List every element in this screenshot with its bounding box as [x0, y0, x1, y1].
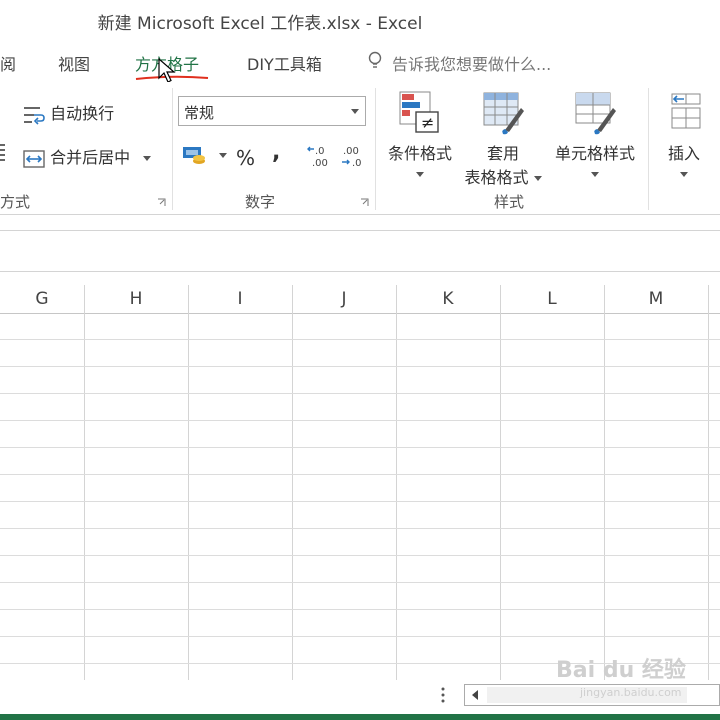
cell-styles-icon: [575, 92, 616, 135]
watermark-url: jingyan.baidu.com: [580, 686, 682, 699]
column-header-l[interactable]: L: [500, 289, 604, 309]
chevron-down-icon: [533, 176, 542, 181]
chevron-down-icon[interactable]: [143, 156, 152, 161]
format-as-table-label-2: 表格格式: [464, 168, 529, 187]
dialog-launcher-icon[interactable]: [360, 198, 369, 207]
dialog-launcher-icon[interactable]: [157, 198, 166, 207]
indent-icon[interactable]: [0, 142, 6, 168]
tab-review[interactable]: 阅: [0, 51, 16, 75]
svg-text:.00: .00: [343, 146, 359, 157]
increase-decimal-icon: .0 .00: [307, 146, 328, 169]
chevron-down-icon: [591, 172, 599, 177]
svg-text:.0: .0: [352, 158, 362, 169]
insert-label: 插入: [667, 144, 700, 163]
scroll-left-icon[interactable]: [471, 690, 479, 700]
format-as-table-icon: [483, 92, 524, 135]
lightbulb-icon: [368, 51, 382, 75]
tab-view[interactable]: 视图: [58, 51, 90, 75]
title-bar: 新建 Microsoft Excel 工作表.xlsx - Excel: [0, 0, 720, 42]
decrease-decimal-icon: .00 .0: [342, 146, 362, 169]
wrap-text-button[interactable]: 自动换行: [23, 100, 114, 125]
accounting-format-button[interactable]: [182, 144, 228, 166]
chevron-down-icon: [680, 172, 688, 177]
ribbon-tabs: 阅 视图 方方格子 DIY工具箱 告诉我您想要做什么...: [0, 42, 720, 83]
conditional-formatting-button[interactable]: ≠ 条件格式: [382, 90, 458, 183]
mouse-cursor-icon: [158, 58, 176, 83]
wrap-text-label: 自动换行: [50, 104, 115, 123]
chevron-down-icon[interactable]: [219, 152, 228, 158]
accounting-icon: [183, 147, 205, 164]
decrease-decimal-button[interactable]: .00 .0: [340, 144, 368, 174]
conditional-formatting-label: 条件格式: [387, 144, 452, 163]
comma-style-button[interactable]: ,: [272, 140, 280, 165]
column-header-k[interactable]: K: [396, 289, 500, 309]
chevron-down-icon: [351, 109, 359, 114]
insert-cells-icon: [671, 93, 701, 129]
format-as-table-label-1: 套用: [486, 144, 519, 163]
column-header-h[interactable]: H: [84, 289, 188, 309]
merge-center-button[interactable]: 合并后居中: [23, 144, 152, 169]
percent-style-button[interactable]: %: [236, 146, 255, 170]
cell-styles-button[interactable]: 单元格样式: [548, 90, 642, 183]
svg-text:.00: .00: [312, 158, 328, 169]
chevron-down-icon: [416, 172, 424, 177]
increase-decimal-button[interactable]: .0 .00: [306, 144, 334, 174]
number-format-select[interactable]: 常规: [178, 96, 366, 126]
column-header-g[interactable]: G: [0, 289, 84, 309]
conditional-formatting-icon: ≠: [399, 91, 439, 133]
column-header-i[interactable]: I: [188, 289, 292, 309]
worksheet-grid[interactable]: G H I J K L M: [0, 285, 720, 680]
svg-text:.0: .0: [315, 146, 325, 157]
merge-center-label: 合并后居中: [50, 148, 131, 167]
window-title: 新建 Microsoft Excel 工作表.xlsx - Excel: [97, 14, 423, 34]
watermark-logo: Bai du 经验: [556, 658, 686, 683]
formula-bar[interactable]: [0, 230, 720, 272]
insert-cells-button[interactable]: 插入: [656, 90, 712, 183]
column-header-m[interactable]: M: [604, 289, 708, 309]
tab-diy-toolbox[interactable]: DIY工具箱: [247, 51, 322, 75]
cell-styles-label: 单元格样式: [554, 144, 635, 163]
column-header-j[interactable]: J: [292, 289, 396, 309]
ribbon: 自动换行 合并后居中 方式 常规 % , .0 .00 .00 .0 数字 ≠ …: [0, 82, 720, 215]
svg-text:≠: ≠: [421, 113, 434, 132]
wrap-text-icon: [24, 106, 45, 125]
alignment-group-label: 方式: [0, 193, 31, 211]
number-format-value: 常规: [184, 104, 215, 122]
number-group-label: 数字: [245, 193, 276, 211]
merge-center-icon: [23, 149, 45, 168]
format-as-table-button[interactable]: 套用 表格格式: [460, 90, 546, 188]
status-bar: [0, 714, 720, 720]
more-options-icon[interactable]: [440, 686, 446, 708]
styles-group-label: 样式: [494, 193, 525, 211]
column-headers: G H I J K L M: [0, 285, 720, 314]
tell-me-search[interactable]: 告诉我您想要做什么...: [392, 51, 551, 75]
